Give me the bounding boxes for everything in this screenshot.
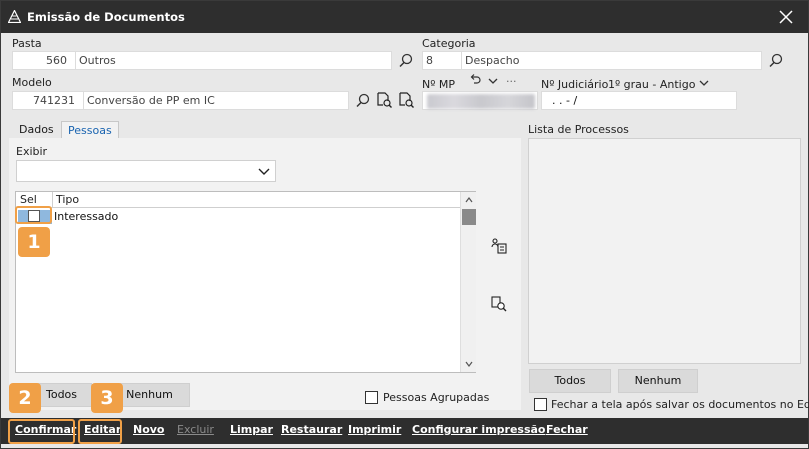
- column-sel[interactable]: Sel: [20, 193, 37, 206]
- pessoas-agrupadas-label: Pessoas Agrupadas: [383, 391, 490, 404]
- fechar-tela-checkbox[interactable]: [534, 398, 547, 411]
- judiciario-field[interactable]: . . - /: [541, 91, 737, 110]
- grau-selector[interactable]: 1º grau - Antigo: [608, 78, 695, 91]
- more-options[interactable]: ···: [506, 75, 517, 88]
- fechar-tela-label: Fechar a tela após salvar os documentos …: [551, 398, 809, 411]
- categoria-value: Despacho: [465, 54, 520, 67]
- pessoas-agrupadas-checkbox[interactable]: [365, 391, 378, 404]
- imprimir-button[interactable]: Imprimir: [348, 423, 401, 436]
- scroll-thumb[interactable]: [462, 209, 476, 225]
- nmp-label: Nº MP: [422, 78, 456, 91]
- scroll-up-icon[interactable]: [463, 194, 475, 206]
- search-person-icon[interactable]: [490, 295, 508, 313]
- column-tipo[interactable]: Tipo: [56, 193, 79, 206]
- pasta-value: Outros: [79, 54, 116, 67]
- close-icon[interactable]: [777, 8, 795, 26]
- judiciario-value: . . - /: [552, 94, 578, 107]
- modelo-label: Modelo: [12, 76, 52, 89]
- add-person-icon[interactable]: [490, 237, 508, 255]
- emissao-window: Emissão de Documentos Pasta 560 Outros C…: [0, 0, 809, 449]
- search-icon[interactable]: [354, 92, 372, 110]
- chevron-down-icon[interactable]: [487, 75, 499, 87]
- novo-button[interactable]: Novo: [133, 423, 165, 436]
- lista-processos-label: Lista de Processos: [528, 123, 629, 136]
- table-row[interactable]: Interessado: [16, 209, 460, 225]
- search-icon[interactable]: [767, 52, 785, 70]
- todos-processos-button[interactable]: Todos: [529, 369, 611, 393]
- pasta-code: 560: [46, 54, 67, 67]
- chevron-down-icon: [258, 168, 270, 175]
- titlebar: Emissão de Documentos: [1, 1, 808, 33]
- confirmar-button[interactable]: Confirmar: [15, 423, 76, 436]
- judiciario-label: Nº Judiciário: [541, 78, 609, 91]
- window-title: Emissão de Documentos: [27, 10, 185, 24]
- nenhum-processos-button[interactable]: Nenhum: [618, 369, 698, 393]
- grid-header: Sel Tipo: [16, 192, 460, 208]
- redacted-nmp: [427, 94, 535, 109]
- lista-processos-panel[interactable]: [528, 138, 801, 364]
- vertical-scrollbar[interactable]: [460, 192, 476, 372]
- categoria-code: 8: [426, 54, 433, 67]
- tab-dados[interactable]: Dados: [13, 121, 60, 139]
- categoria-label: Categoria: [422, 37, 476, 50]
- exibir-label: Exibir: [16, 145, 48, 158]
- modelo-value: Conversão de PP em IC: [87, 94, 215, 107]
- limpar-button[interactable]: Limpar: [230, 423, 273, 436]
- modelo-code: 741231: [33, 94, 75, 107]
- pasta-label: Pasta: [12, 37, 42, 50]
- undo-icon[interactable]: [468, 73, 482, 87]
- app-logo-icon: [8, 10, 21, 23]
- pasta-field[interactable]: 560 Outros: [12, 51, 392, 70]
- fechar-button[interactable]: Fechar: [546, 423, 588, 436]
- row-tipo: Interessado: [54, 210, 119, 223]
- modelo-field[interactable]: 741231 Conversão de PP em IC: [12, 91, 349, 110]
- excluir-button[interactable]: Excluir: [177, 423, 214, 436]
- document-edit-icon[interactable]: [397, 91, 415, 109]
- exibir-select[interactable]: [16, 160, 276, 182]
- search-icon[interactable]: [397, 52, 415, 70]
- document-search-icon[interactable]: [375, 91, 393, 109]
- callout-2: 2: [9, 383, 41, 413]
- callout-3: 3: [91, 383, 123, 413]
- action-bar: Confirmar Editar Novo Excluir Limpar Res…: [1, 418, 808, 444]
- scroll-down-icon[interactable]: [463, 358, 475, 370]
- row-checkbox[interactable]: [28, 210, 40, 222]
- editar-button[interactable]: Editar: [84, 423, 121, 436]
- tab-pessoas[interactable]: Pessoas: [61, 121, 119, 139]
- restaurar-button[interactable]: Restaurar: [281, 423, 342, 436]
- callout-1: 1: [18, 227, 50, 257]
- pessoas-grid: Sel Tipo Interessado: [15, 191, 476, 373]
- categoria-field[interactable]: 8 Despacho: [422, 51, 762, 70]
- chevron-down-icon[interactable]: [698, 77, 710, 89]
- configurar-impressao-button[interactable]: Configurar impressão: [412, 423, 546, 436]
